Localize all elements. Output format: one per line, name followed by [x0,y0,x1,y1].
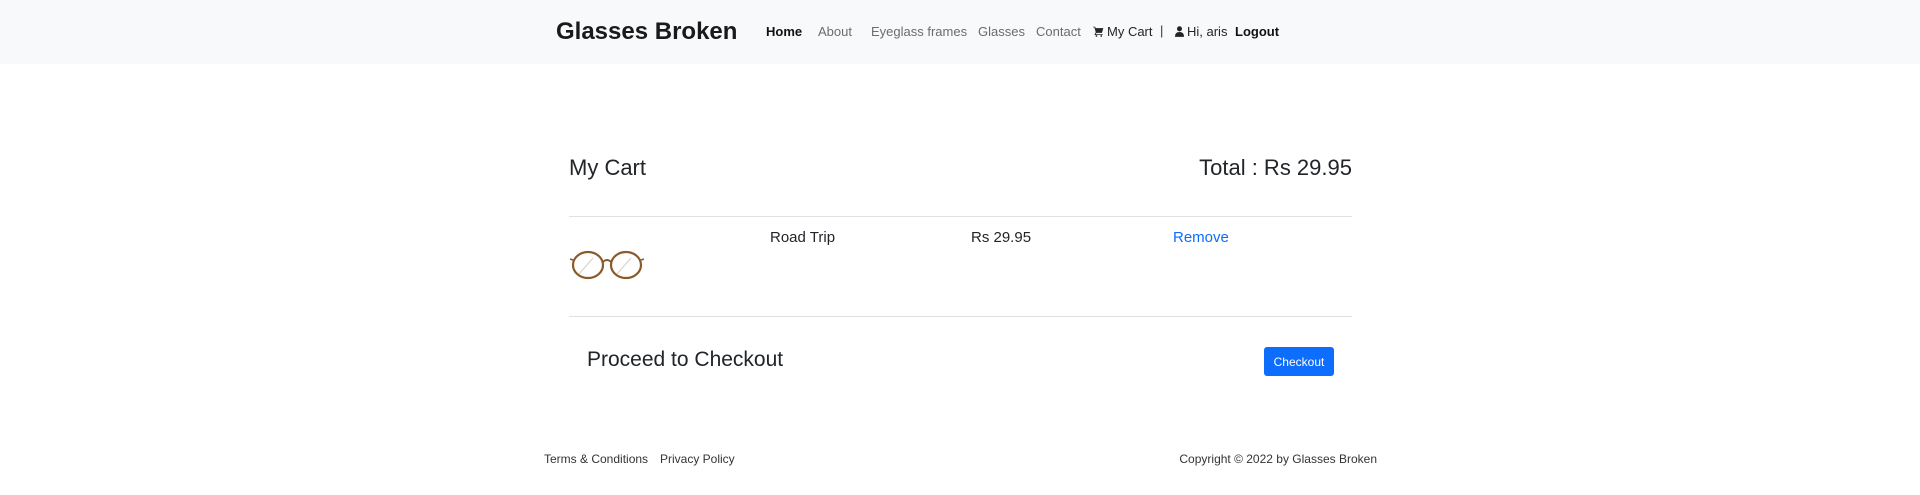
product-price: Rs 29.95 [971,229,1032,246]
checkout-button[interactable]: Checkout [1264,347,1334,376]
brand-logo[interactable]: Glasses Broken [556,18,737,46]
user-icon [1175,25,1184,40]
nav-contact[interactable]: Contact [1036,24,1081,39]
eyeglasses-thumbnail[interactable] [569,248,645,282]
nav-separator: | [1160,23,1164,38]
nav-logout[interactable]: Logout [1235,24,1279,39]
nav-home[interactable]: Home [766,24,802,39]
my-cart-label: My Cart [1107,24,1153,39]
divider-top [569,216,1352,217]
greeting-label: Hi, aris [1187,24,1228,39]
nav-my-cart[interactable]: My Cart [1093,24,1153,40]
nav-about[interactable]: About [818,24,852,39]
remove-item-link[interactable]: Remove [1173,229,1229,246]
shopping-cart-icon [1093,25,1104,40]
top-navbar: Glasses Broken Home About Eyeglass frame… [0,0,1920,64]
cart-title: My Cart [569,155,646,180]
nav-user-greeting[interactable]: Hi, aris [1175,24,1227,40]
nav-eyeglass-frames[interactable]: Eyeglass frames [871,24,967,39]
nav-glasses[interactable]: Glasses [978,24,1025,39]
divider-bottom [569,316,1352,317]
checkout-heading: Proceed to Checkout [587,348,784,371]
privacy-link[interactable]: Privacy Policy [660,452,735,466]
product-name[interactable]: Road Trip [770,229,835,246]
copyright-text: Copyright © 2022 by Glasses Broken [1179,452,1377,466]
cart-total: Total : Rs 29.95 [1199,155,1352,180]
terms-link[interactable]: Terms & Conditions [544,452,648,466]
